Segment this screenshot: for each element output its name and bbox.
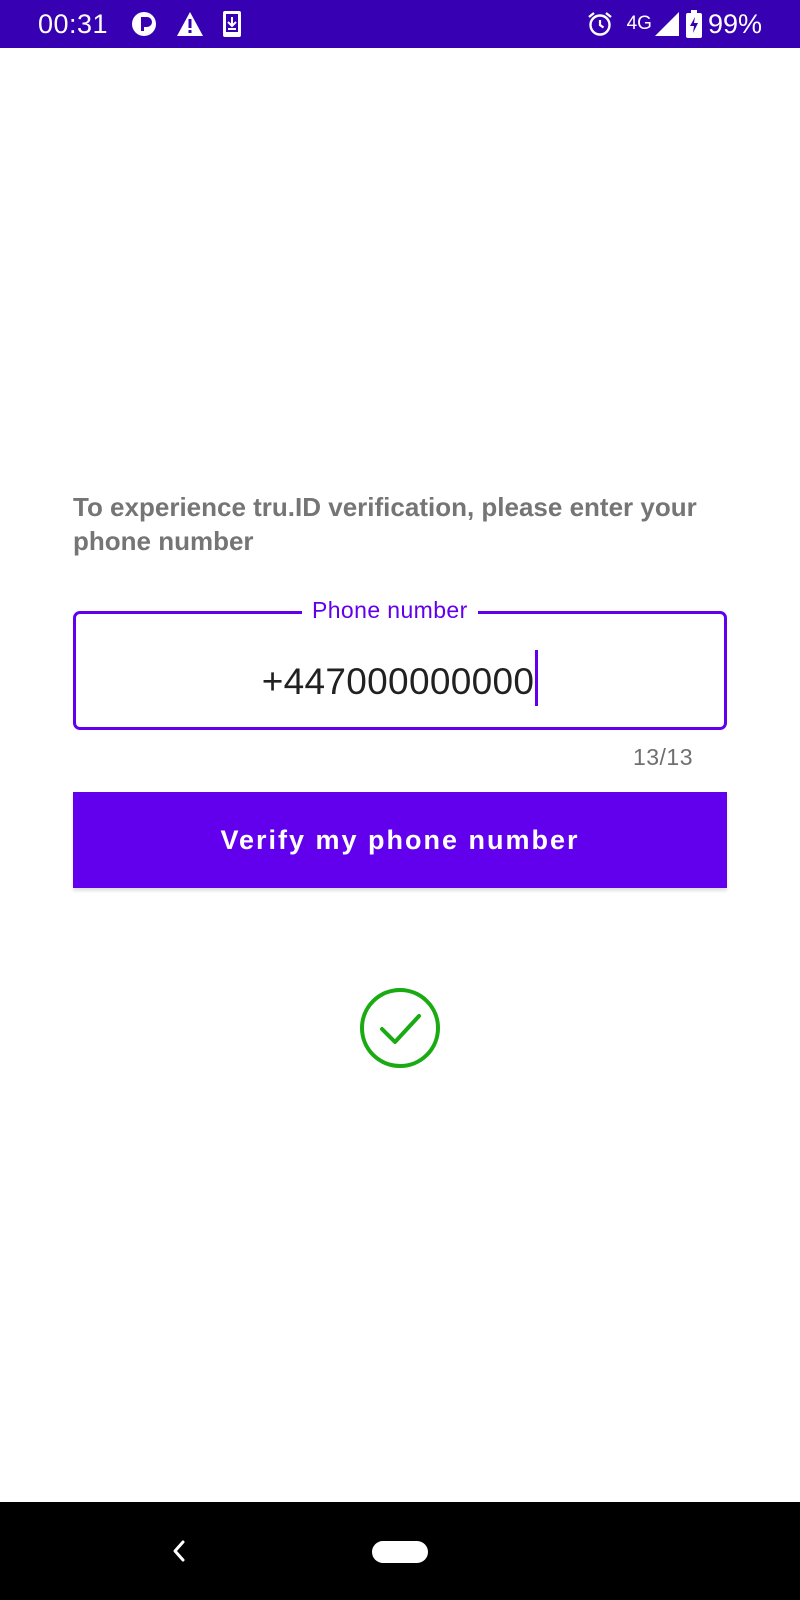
warning-icon [176, 11, 204, 37]
back-chevron-icon[interactable] [166, 1538, 192, 1564]
check-circle-icon [358, 986, 442, 1070]
phone-number-field[interactable]: Phone number +447000000000 [73, 597, 727, 730]
download-icon [222, 10, 242, 38]
character-counter: 13/13 [632, 744, 693, 770]
battery-percentage: 99% [707, 8, 762, 39]
home-pill-icon[interactable] [372, 1541, 428, 1563]
status-bar-left: 00:31 [38, 0, 260, 48]
phone-number-input[interactable]: +447000000000 [76, 650, 724, 706]
status-time: 00:31 [38, 8, 109, 39]
verify-button[interactable]: Verify my phone number [73, 792, 727, 888]
data-saver-icon [130, 10, 158, 38]
battery-charging-icon [685, 10, 702, 38]
phone-number-label: Phone number [302, 597, 478, 624]
phone-number-value: +447000000000 [261, 661, 535, 702]
alarm-icon [587, 11, 613, 37]
navigation-bar [0, 1502, 800, 1600]
text-cursor [535, 650, 539, 706]
instruction-text: To experience tru.ID verification, pleas… [73, 492, 697, 556]
signal-icon [654, 11, 680, 37]
status-bar-right: 4G 99% [587, 0, 762, 48]
status-bar: 00:31 4G 99% [0, 0, 800, 48]
app-screen: 00:31 4G 99% To experience tru.ID verifi… [0, 0, 800, 1600]
network-type: 4G [626, 13, 652, 34]
